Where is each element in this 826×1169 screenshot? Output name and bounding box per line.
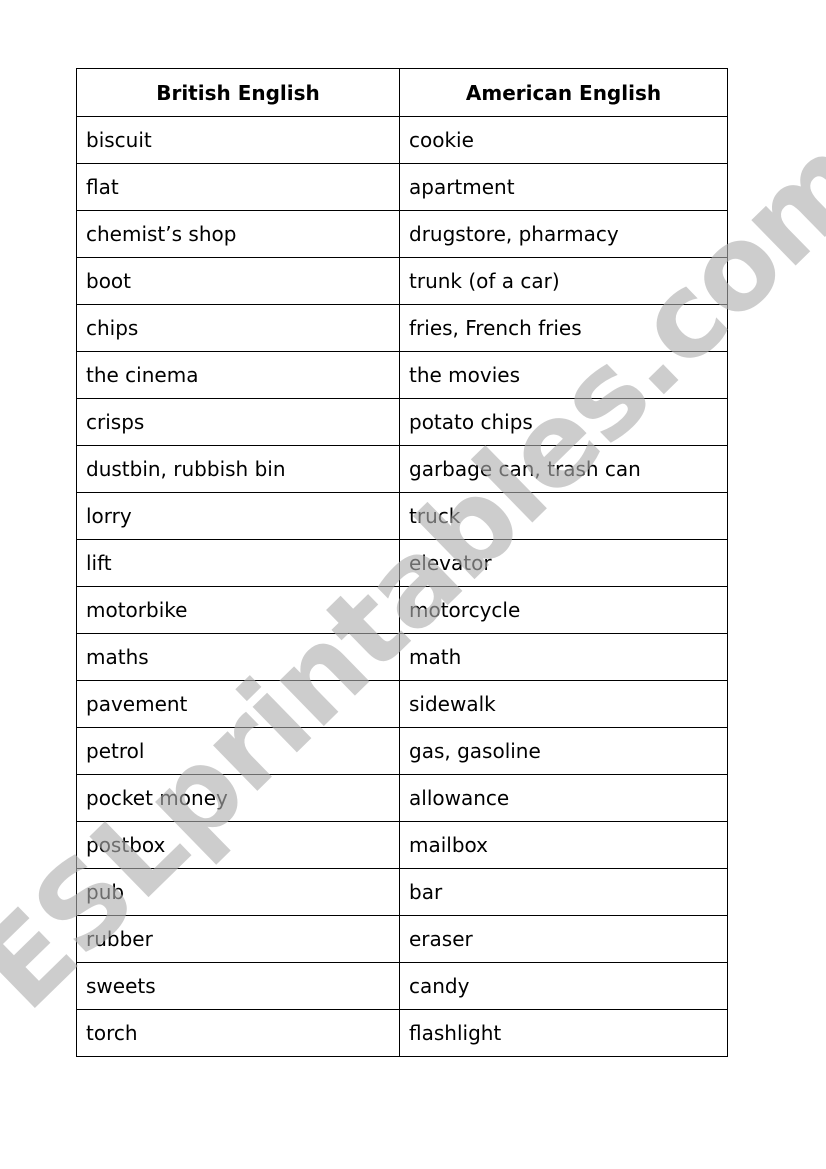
table-row: crisps potato chips	[76, 398, 728, 446]
british-term-cell: pavement	[76, 680, 400, 728]
table-row: lift elevator	[76, 539, 728, 587]
american-term-cell: truck	[399, 492, 728, 540]
table-row: maths math	[76, 633, 728, 681]
table-row: petrol gas, gasoline	[76, 727, 728, 775]
american-term-cell: garbage can, trash can	[399, 445, 728, 493]
vocabulary-table: British English American English biscuit…	[76, 68, 728, 1057]
american-term-cell: cookie	[399, 116, 728, 164]
table-row: rubber eraser	[76, 915, 728, 963]
table-row: pocket money allowance	[76, 774, 728, 822]
american-term-cell: apartment	[399, 163, 728, 211]
american-term-cell: allowance	[399, 774, 728, 822]
table-row: chemist’s shop drugstore, pharmacy	[76, 210, 728, 258]
table-row: biscuit cookie	[76, 116, 728, 164]
american-term-cell: sidewalk	[399, 680, 728, 728]
table-row: dustbin, rubbish bin garbage can, trash c…	[76, 445, 728, 493]
british-term-cell: rubber	[76, 915, 400, 963]
british-term-cell: chemist’s shop	[76, 210, 400, 258]
american-term-cell: drugstore, pharmacy	[399, 210, 728, 258]
table-row: chips fries, French fries	[76, 304, 728, 352]
american-term-cell: elevator	[399, 539, 728, 587]
british-term-cell: petrol	[76, 727, 400, 775]
british-term-cell: postbox	[76, 821, 400, 869]
american-term-cell: math	[399, 633, 728, 681]
british-term-cell: boot	[76, 257, 400, 305]
british-term-cell: torch	[76, 1009, 400, 1057]
american-term-cell: motorcycle	[399, 586, 728, 634]
american-term-cell: gas, gasoline	[399, 727, 728, 775]
british-term-cell: maths	[76, 633, 400, 681]
american-term-cell: candy	[399, 962, 728, 1010]
table-row: postbox mailbox	[76, 821, 728, 869]
british-term-cell: dustbin, rubbish bin	[76, 445, 400, 493]
american-term-cell: eraser	[399, 915, 728, 963]
column-header-british: British English	[76, 68, 400, 117]
table-row: sweets candy	[76, 962, 728, 1010]
american-term-cell: potato chips	[399, 398, 728, 446]
american-term-cell: the movies	[399, 351, 728, 399]
british-term-cell: flat	[76, 163, 400, 211]
table-row: boot trunk (of a car)	[76, 257, 728, 305]
table-row: motorbike motorcycle	[76, 586, 728, 634]
british-term-cell: lift	[76, 539, 400, 587]
table-header-row: British English American English	[76, 68, 728, 117]
worksheet-page: British English American English biscuit…	[0, 0, 826, 1169]
british-term-cell: crisps	[76, 398, 400, 446]
american-term-cell: fries, French fries	[399, 304, 728, 352]
british-term-cell: pocket money	[76, 774, 400, 822]
column-header-american: American English	[399, 68, 728, 117]
british-term-cell: chips	[76, 304, 400, 352]
table-row: the cinema the movies	[76, 351, 728, 399]
british-term-cell: biscuit	[76, 116, 400, 164]
table-body: biscuit cookie flat apartment chemist’s shop…	[76, 116, 728, 1057]
table-row: pub bar	[76, 868, 728, 916]
table-row: pavement sidewalk	[76, 680, 728, 728]
table-row: flat apartment	[76, 163, 728, 211]
british-term-cell: lorry	[76, 492, 400, 540]
british-term-cell: pub	[76, 868, 400, 916]
british-term-cell: motorbike	[76, 586, 400, 634]
american-term-cell: flashlight	[399, 1009, 728, 1057]
table-row: torch flashlight	[76, 1009, 728, 1057]
american-term-cell: trunk (of a car)	[399, 257, 728, 305]
british-term-cell: the cinema	[76, 351, 400, 399]
american-term-cell: bar	[399, 868, 728, 916]
british-term-cell: sweets	[76, 962, 400, 1010]
table-row: lorry truck	[76, 492, 728, 540]
american-term-cell: mailbox	[399, 821, 728, 869]
